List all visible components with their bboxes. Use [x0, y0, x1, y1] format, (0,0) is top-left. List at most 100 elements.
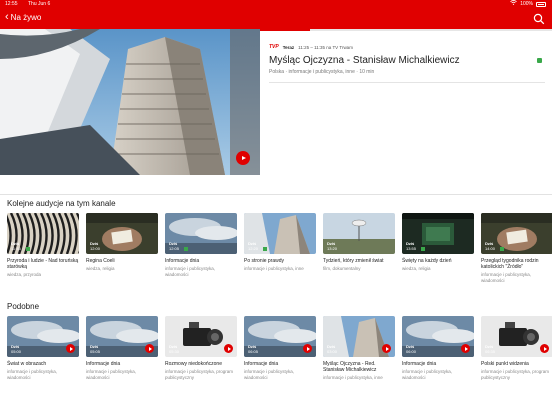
program-category: wiedza, przyroda: [7, 272, 42, 277]
program-title: Rozmowy niedokończone: [165, 361, 222, 367]
program-category: informacje i publicystyka, inne: [323, 375, 383, 380]
program-thumbnail[interactable]: Dziś 12:05: [165, 213, 237, 254]
program-title: Regina Coeli: [86, 258, 115, 264]
program-thumbnail[interactable]: Dziś 12:00: [86, 213, 158, 254]
subtitles-badge-icon: [500, 247, 504, 251]
program-category: informacje i publicystyka, program publi…: [481, 369, 550, 380]
air-time: Dziś 12:00: [90, 241, 101, 251]
play-button[interactable]: [461, 344, 470, 353]
program-card[interactable]: Dziś 06:05 Informacje dnia informacje i pub…: [244, 316, 316, 380]
program-title: Informacje dnia: [402, 361, 437, 367]
program-category: informacje i publicystyka, wiadomości: [7, 369, 58, 380]
play-button[interactable]: [66, 344, 75, 353]
program-title: Informacje dnia: [244, 361, 279, 367]
subtitles-badge-icon: [421, 247, 425, 251]
program-card[interactable]: Dziś 12:05 Informacje dnia informacje i pub…: [165, 213, 237, 277]
program-category: wiedza, religia: [86, 266, 115, 271]
channel-logo: TVP: [269, 44, 279, 50]
program-card[interactable]: Dziś 13:55 Święty na każdy dzień wiedza, re…: [402, 213, 474, 272]
program-thumbnail[interactable]: Dziś 13:55: [402, 213, 474, 254]
play-button[interactable]: [224, 344, 233, 353]
play-button[interactable]: [145, 344, 154, 353]
play-button[interactable]: [382, 344, 391, 353]
wifi-icon: [510, 0, 518, 8]
section-title-next: Kolejne audycje na tym kanale: [7, 199, 116, 208]
program-title: Po stronie prawdy: [244, 258, 285, 264]
air-time: Dziś 13:55: [406, 241, 417, 251]
program-meta: Polska · informacje i publicystyka, inne…: [269, 69, 375, 75]
program-card[interactable]: Dziś 05:30 Rozmowy niedokończone informacje…: [165, 316, 237, 380]
program-card[interactable]: Dziś 11:35 Przyroda i ludzie - Nad toruńsk…: [7, 213, 79, 278]
air-time: Dziś 03:00: [327, 344, 338, 354]
air-time: Dziś 11:35: [11, 241, 21, 251]
program-card[interactable]: Dziś 06:00 Informacje dnia informacje i pub…: [402, 316, 474, 380]
program-card[interactable]: Dziś 06:35 Polski punkt widzenia informacje…: [481, 316, 552, 380]
now-time-range: 11:25 – 11:35 na TV Trwam: [298, 44, 353, 50]
battery-icon: [536, 1, 546, 7]
player-image: [0, 29, 260, 175]
program-thumbnail[interactable]: Dziś 05:30: [165, 316, 237, 357]
air-time: Dziś 12:05: [169, 241, 180, 251]
program-card[interactable]: Dziś 12:00 Regina Coeli wiedza, religia: [86, 213, 158, 272]
progress-bar: [260, 29, 552, 31]
subtitles-badge-icon: [537, 58, 542, 63]
subtitles-badge-icon: [26, 247, 30, 251]
program-thumbnail[interactable]: Dziś 06:35: [481, 316, 552, 357]
section-divider: [0, 194, 552, 195]
program-title: Myśląc Ojczyzna - Red. Stanisław Michalk…: [323, 361, 377, 373]
back-label: Na żywo: [10, 12, 42, 22]
status-bar: 12:55 Thu Jun 6 100%: [0, 0, 552, 8]
program-category: informacje i publicystyka, wiadomości: [481, 272, 532, 283]
program-thumbnail[interactable]: Dziś 06:05: [244, 316, 316, 357]
program-category: film, dokumentalny: [323, 266, 361, 271]
program-category: informacje i publicystyka, wiadomości: [402, 369, 453, 380]
program-category: informacje i publicystyka, wiadomości: [244, 369, 295, 380]
now-playing-info: TVP Teraz 11:25 – 11:35 na TV Trwam Myśl…: [269, 44, 545, 75]
back-button[interactable]: ‹ Na żywo: [5, 11, 42, 23]
status-time: 12:55: [5, 1, 18, 7]
program-thumbnail[interactable]: Dziś 05:00: [7, 316, 79, 357]
air-time: Dziś 14:00: [485, 241, 496, 251]
air-time: Dziś 05:30: [169, 344, 180, 354]
air-time: Dziś 05:05: [90, 344, 101, 354]
play-button[interactable]: [540, 344, 549, 353]
program-card[interactable]: Dziś 12:20 Po stronie prawdy informacje i p…: [244, 213, 316, 272]
battery-percent: 100%: [520, 1, 533, 7]
program-thumbnail[interactable]: Dziś 12:20: [244, 213, 316, 254]
subtitles-badge-icon: [184, 247, 188, 251]
program-card[interactable]: Dziś 03:00 Myśląc Ojczyzna - Red. Stanisła…: [323, 316, 395, 381]
program-thumbnail[interactable]: Dziś 14:00: [481, 213, 552, 254]
air-time: Dziś 06:05: [248, 344, 259, 354]
chevron-left-icon: ‹: [5, 11, 9, 23]
program-thumbnail[interactable]: Dziś 06:00: [402, 316, 474, 357]
program-title: Przegląd tygodnika rodzin katolickich "Ź…: [481, 258, 539, 270]
play-button[interactable]: [303, 344, 312, 353]
program-card[interactable]: Dziś 05:05 Informacje dnia informacje i pub…: [86, 316, 158, 380]
program-title: Myśląc Ojczyzna - Stanisław Michalkiewic…: [269, 55, 460, 66]
air-time: Dziś 05:00: [11, 344, 22, 354]
play-button[interactable]: [236, 151, 250, 165]
program-title: Świat w obrazach: [7, 361, 47, 367]
program-thumbnail[interactable]: Dziś 03:00: [323, 316, 395, 357]
progress-fill: [260, 29, 310, 31]
program-thumbnail[interactable]: Dziś 11:35: [7, 213, 79, 254]
program-title: Informacje dnia: [86, 361, 121, 367]
program-card[interactable]: Dziś 05:00 Świat w obrazach informacje i pu…: [7, 316, 79, 380]
air-time: Dziś 13:20: [327, 241, 338, 251]
status-date: Thu Jun 6: [28, 1, 51, 7]
video-player[interactable]: [0, 29, 260, 175]
subtitles-badge-icon: [263, 247, 267, 251]
program-card[interactable]: Dziś 14:00 Przegląd tygodnika rodzin katol…: [481, 213, 552, 283]
nav-bar: ‹ Na żywo: [0, 8, 552, 29]
status-indicators: 100%: [510, 0, 546, 8]
search-icon[interactable]: [533, 12, 545, 25]
program-card[interactable]: Dziś 13:20 Tydzień, który zmienił świat fil…: [323, 213, 395, 272]
program-thumbnail[interactable]: Dziś 05:05: [86, 316, 158, 357]
program-thumbnail[interactable]: Dziś 13:20: [323, 213, 395, 254]
program-title: Polski punkt widzenia: [481, 361, 529, 367]
program-category: informacje i publicystyka, program publi…: [165, 369, 234, 380]
air-time: Dziś 06:00: [406, 344, 417, 354]
info-divider: [269, 82, 545, 83]
program-category: informacje i publicystyka, wiadomości: [165, 266, 216, 277]
air-time: Dziś 12:20: [248, 241, 259, 251]
